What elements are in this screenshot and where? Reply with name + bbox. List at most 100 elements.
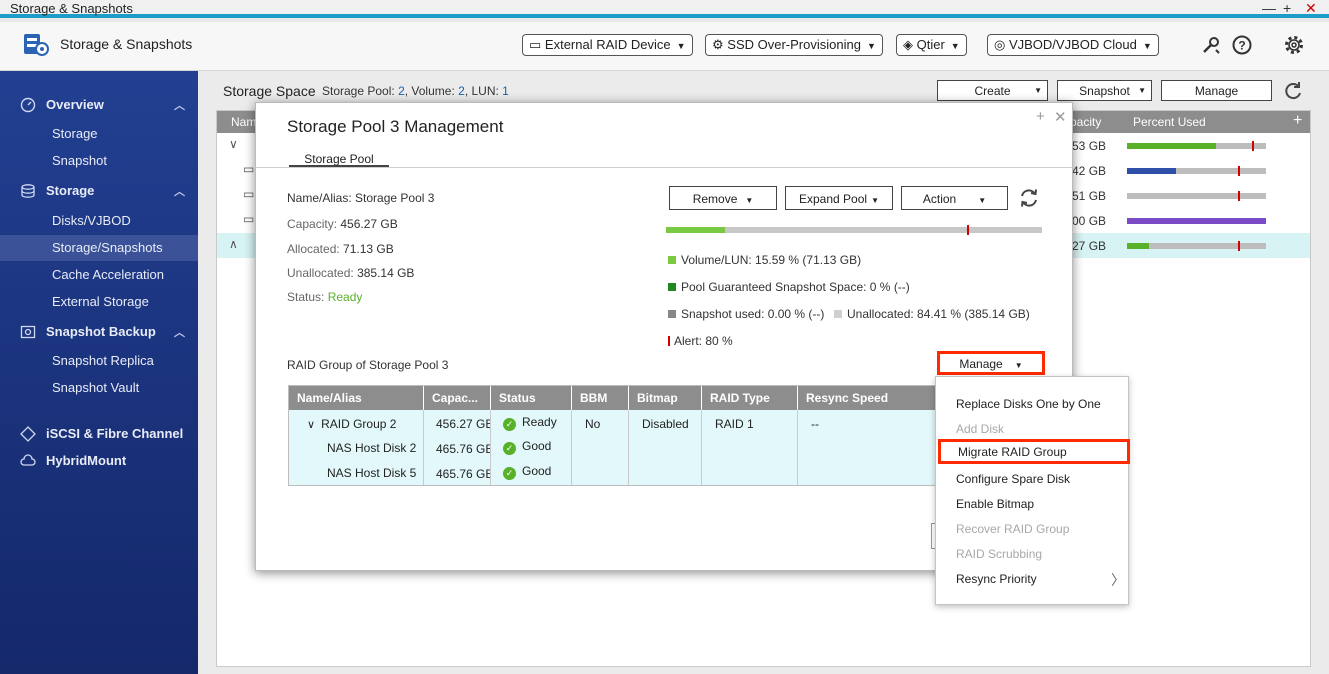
column-divider [572,410,629,485]
maximize-button[interactable]: + [1283,0,1291,16]
sidebar-item-snapshot-vault[interactable]: Snapshot Vault [0,375,198,401]
database-icon [21,184,35,198]
vjbod-cloud-button[interactable]: ◎ VJBOD/VJBOD Cloud ▼ [987,34,1159,56]
sidebar-item-snapshot-replica[interactable]: Snapshot Replica [0,348,198,374]
legend-label: Pool Guaranteed Snapshot Space: 0 % (--) [681,280,910,294]
storage-item-icon[interactable]: ▭ [243,187,254,201]
disk-name[interactable]: NAS Host Disk 5 [327,466,416,480]
snapshot-backup-icon [20,325,36,339]
pool-status-row: Status: Ready [287,290,362,304]
close-button[interactable]: ✕ [1305,0,1317,17]
tools-icon[interactable] [1200,34,1222,56]
status-text: Good [522,439,552,453]
sidebar-item-overview[interactable]: Overview ︿ [0,92,198,118]
column-capacity[interactable]: Capac... [424,386,491,410]
check-circle-icon: ✓ [503,418,516,431]
sidebar-item-storage[interactable]: Storage ︿ [0,178,198,204]
percent-used-fill [1127,168,1176,174]
disk-name[interactable]: NAS Host Disk 2 [327,441,416,455]
menu-item-resync-priority[interactable]: Resync Priority 〉 [936,566,1128,591]
chevron-up-icon[interactable]: ∧ [229,237,238,251]
close-dialog-icon[interactable]: ✕ [1054,108,1067,126]
iscsi-icon [20,426,36,442]
sidebar-item-snapshot[interactable]: Snapshot [0,148,198,174]
chevron-up-icon[interactable]: ︿ [174,324,185,340]
minimize-button[interactable]: — [1262,0,1276,16]
disk-capacity: 465.76 GB [436,467,490,481]
allocated-label: Allocated: [287,242,340,256]
sidebar-item-hybridmount[interactable]: HybridMount [0,448,198,474]
sidebar-item-disks-vjbod[interactable]: Disks/VJBOD [0,208,198,234]
legend-label: Unallocated: 84.41 % (385.14 GB) [847,307,1030,321]
snapshot-button[interactable]: Snapshot ▼ [1057,80,1152,101]
menu-item-configure-spare-disk[interactable]: Configure Spare Disk [936,466,1128,491]
snapshot-label: Snapshot [1079,84,1130,98]
ssd-over-provisioning-label: SSD Over-Provisioning [727,37,861,52]
sidebar-item-storage-snapshots[interactable]: Storage/Snapshots [0,235,198,261]
legend-label: Volume/LUN: 15.59 % (71.13 GB) [681,253,862,267]
column-bbm[interactable]: BBM [572,386,629,410]
remove-button[interactable]: Remove ▼ [669,186,777,210]
ssd-over-provisioning-button[interactable]: ⚙ SSD Over-Provisioning ▼ [705,34,883,56]
legend-label: Alert: 80 % [674,334,733,348]
legend-unallocated: Unallocated: 84.41 % (385.14 GB) [834,307,1030,321]
chevron-up-icon[interactable]: ︿ [174,97,185,113]
action-button[interactable]: Action ▼ [901,186,1008,210]
sidebar-item-iscsi-fibre-channel[interactable]: iSCSI & Fibre Channel [0,421,198,447]
help-icon[interactable]: ? [1231,34,1253,56]
table-row[interactable]: ∨ RAID Group 2 [307,417,396,431]
legend-swatch [668,336,670,346]
remove-label: Remove [692,192,738,206]
storage-item-icon[interactable]: ▭ [243,212,254,226]
window-title: Storage & Snapshots [10,1,133,16]
raid-manage-button[interactable]: Manage ▼ [937,351,1045,375]
lun-count: 1 [502,84,509,98]
menu-item-label: Configure Spare Disk [956,472,1071,486]
column-name-alias[interactable]: Name/Alias [289,386,424,410]
refresh-icon[interactable] [1018,187,1040,209]
chevron-down-icon[interactable]: ∨ [229,137,238,151]
pool-unallocated-row: Unallocated: 385.14 GB [287,266,414,280]
column-resync-speed[interactable]: Resync Speed [798,386,947,410]
refresh-icon[interactable] [1282,80,1304,102]
chevron-down-icon: ▼ [1142,41,1152,51]
external-raid-device-button[interactable]: ▭ External RAID Device ▼ [522,34,693,56]
sidebar-item-storage-overview[interactable]: Storage [0,121,198,147]
add-column-button[interactable]: + [1293,112,1302,130]
qtier-button[interactable]: ◈ Qtier ▼ [896,34,967,56]
sidebar-item-label: Storage/Snapshots [52,240,163,255]
menu-item-replace-disks[interactable]: Replace Disks One by One [936,391,1128,416]
pool-count-label: Storage Pool: [322,84,395,98]
create-button[interactable]: Create ▼ [937,80,1048,101]
chevron-down-icon: ▼ [1034,86,1042,95]
chevron-down-icon[interactable]: ∨ [307,419,315,431]
lun-count-label: , LUN: [464,84,499,98]
menu-item-migrate-raid-group[interactable]: Migrate RAID Group [938,439,1130,464]
menu-item-label: Replace Disks One by One [956,397,1101,411]
column-status[interactable]: Status [491,386,572,410]
legend-snapshot-used: Snapshot used: 0.00 % (--) [668,307,824,321]
cloud-icon [20,454,36,466]
sidebar-item-snapshot-backup[interactable]: Snapshot Backup ︿ [0,319,198,345]
column-raid-type[interactable]: RAID Type [702,386,798,410]
settings-gear-icon[interactable] [1283,34,1305,56]
column-bitmap[interactable]: Bitmap [629,386,702,410]
maximize-dialog-icon[interactable]: + [1036,108,1045,125]
sidebar-item-cache-acceleration[interactable]: Cache Acceleration [0,262,198,288]
chevron-up-icon[interactable]: ︿ [174,183,185,199]
percent-used-fill [1127,243,1149,249]
manage-storage-button[interactable]: Manage [1161,80,1272,101]
tab-storage-pool[interactable]: Storage Pool [289,152,389,167]
alert-threshold-marker [1238,191,1240,201]
pool-capacity-row: Capacity: 456.27 GB [287,217,398,231]
expand-pool-button[interactable]: Expand Pool ▼ [785,186,893,210]
disk-capacity: 465.76 GB [436,442,490,456]
external-raid-device-label: External RAID Device [544,37,671,52]
name-alias-label: Name/Alias: [287,191,352,205]
menu-item-enable-bitmap[interactable]: Enable Bitmap [936,491,1128,516]
check-circle-icon: ✓ [503,442,516,455]
sidebar-item-external-storage[interactable]: External Storage [0,289,198,315]
storage-item-icon[interactable]: ▭ [243,162,254,176]
pool-name-row: Name/Alias: Storage Pool 3 [287,191,434,205]
sidebar-item-label: Overview [46,97,104,112]
